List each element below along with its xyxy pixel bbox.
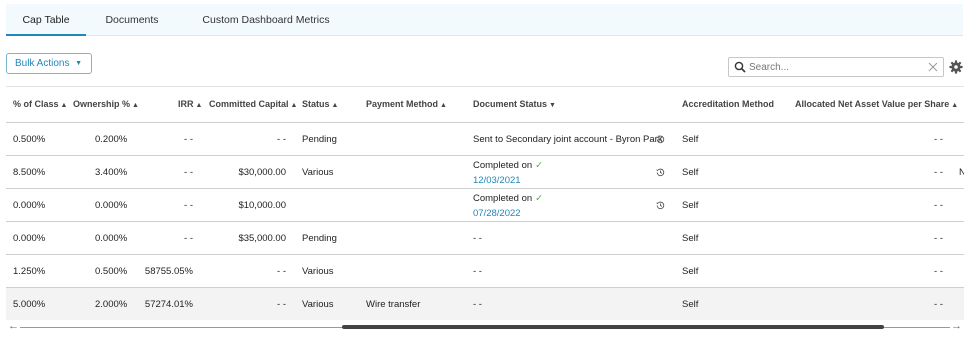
cell-committed-capital: $35,000.00 [238, 233, 286, 244]
tab-bar: Cap Table Documents Custom Dashboard Met… [6, 4, 963, 36]
check-icon: ✓ [535, 160, 544, 171]
history-icon[interactable] [655, 167, 666, 178]
doc-completed-date-link[interactable]: 12/03/2021 [473, 175, 521, 187]
col-header-committed-capital[interactable]: Committed Capital ▲ [209, 87, 297, 122]
history-icon[interactable] [655, 200, 666, 211]
cell-committed-capital: $30,000.00 [238, 167, 286, 178]
doc-status-text: Completed on [473, 160, 533, 171]
cell-committed-capital: - - [277, 299, 286, 310]
cell-accreditation: Self [682, 266, 699, 277]
cell-accreditation: Self [682, 134, 699, 145]
col-header-irr[interactable]: IRR ▲ [178, 87, 202, 122]
col-header-document-status[interactable]: Document Status ▼ [473, 87, 556, 122]
check-icon: ✓ [535, 193, 544, 204]
cell-irr: - - [184, 167, 193, 178]
table-row[interactable]: 0.000% 0.000% - - $10,000.00 Completed o… [6, 188, 964, 221]
cell-irr: 58755.05% [144, 266, 193, 277]
cell-accreditation: Self [682, 167, 699, 178]
cell-document-status: Sent to Secondary joint account - Byron … [473, 134, 663, 145]
sort-desc-icon: ▼ [549, 102, 556, 109]
sort-asc-icon: ▲ [331, 102, 339, 109]
col-header-status[interactable]: Status ▲ [302, 87, 338, 122]
cell-accreditation: Self [682, 233, 699, 244]
tab-documents[interactable]: Documents [94, 4, 170, 36]
cell-status: Various [302, 167, 334, 178]
cell-pct-class: 8.500% [13, 167, 46, 178]
cell-pct-class: 0.000% [13, 200, 46, 211]
cell-ownership: 2.000% [95, 299, 128, 310]
cell-allocated-nav: - - [934, 134, 943, 145]
chevron-down-icon: ▼ [75, 60, 82, 67]
col-header-accreditation-method[interactable]: Accreditation Method [682, 87, 774, 122]
cell-ownership: 0.000% [95, 200, 128, 211]
cell-ownership: 3.400% [95, 167, 128, 178]
sort-asc-icon: ▲ [132, 102, 139, 109]
table-row[interactable]: 0.500% 0.200% - - - - Pending Sent to Se… [6, 122, 964, 155]
search-box [728, 57, 944, 77]
cell-committed-capital: - - [277, 266, 286, 277]
cell-payment-method: Wire transfer [366, 299, 421, 310]
table-row[interactable]: 5.000% 2.000% 57274.01% - - Various Wire… [6, 287, 964, 320]
scroll-right-arrow-icon[interactable]: → [951, 320, 962, 332]
col-header-allocated-nav[interactable]: Allocated Net Asset Value per Share ▲ [795, 87, 958, 122]
cell-accreditation: Self [682, 299, 699, 310]
gear-icon[interactable] [949, 60, 963, 74]
clear-search-icon[interactable] [927, 61, 939, 73]
cell-committed-capital: $10,000.00 [238, 200, 286, 211]
cell-status: Various [302, 299, 334, 310]
col-header-payment-method[interactable]: Payment Method ▲ [366, 87, 447, 122]
bulk-actions-label: Bulk Actions [15, 58, 70, 69]
sort-asc-icon: ▲ [440, 102, 447, 109]
sort-asc-icon: ▲ [951, 102, 959, 109]
doc-completed-date-link[interactable]: 07/28/2022 [473, 208, 521, 220]
history-icon[interactable] [655, 134, 666, 145]
scroll-left-arrow-icon[interactable]: ← [8, 320, 19, 332]
cell-document-status: - - [473, 299, 482, 310]
cell-irr: - - [184, 134, 193, 145]
cell-ownership: 0.500% [95, 266, 128, 277]
cell-pct-class: 5.000% [13, 299, 46, 310]
horizontal-scrollbar[interactable]: ← → [6, 320, 964, 332]
scrollbar-thumb[interactable] [342, 325, 884, 329]
cell-document-status: - - [473, 266, 482, 277]
cap-table-grid: % of Class ▲ Ownership % ▲ IRR ▲ Committed … [6, 86, 964, 322]
bulk-actions-button[interactable]: Bulk Actions ▼ [6, 53, 92, 74]
tab-cap-table[interactable]: Cap Table [6, 4, 86, 36]
cell-status: Pending [302, 233, 337, 244]
doc-status-text: Completed on [473, 193, 533, 204]
table-row[interactable]: 0.000% 0.000% - - $35,000.00 Pending - -… [6, 221, 964, 254]
cell-irr: 57274.01% [144, 299, 193, 310]
col-header-ownership[interactable]: Ownership % ▲ [73, 87, 139, 122]
cell-accreditation: Self [682, 200, 699, 211]
cell-allocated-nav: - - [934, 200, 943, 211]
sort-asc-icon: ▲ [195, 102, 203, 109]
cell-allocated-nav: - - [934, 167, 943, 178]
cell-overflow: N [959, 156, 964, 189]
cell-pct-class: 0.000% [13, 233, 46, 244]
cell-ownership: 0.000% [95, 233, 128, 244]
table-row[interactable]: 8.500% 3.400% - - $30,000.00 Various Com… [6, 155, 964, 188]
cell-allocated-nav: - - [934, 299, 943, 310]
sort-asc-icon: ▲ [290, 102, 298, 109]
cell-irr: - - [184, 200, 193, 211]
cell-ownership: 0.200% [95, 134, 128, 145]
cell-status: Pending [302, 134, 337, 145]
cell-committed-capital: - - [277, 134, 286, 145]
table-row[interactable]: 1.250% 0.500% 58755.05% - - Various - - … [6, 254, 964, 287]
cell-pct-class: 1.250% [13, 266, 46, 277]
tab-custom-dashboard-metrics[interactable]: Custom Dashboard Metrics [186, 4, 346, 36]
search-icon [734, 61, 746, 73]
col-header-pct-class[interactable]: % of Class ▲ [13, 87, 67, 122]
search-input[interactable] [749, 60, 919, 74]
cell-irr: - - [184, 233, 193, 244]
cell-allocated-nav: - - [934, 233, 943, 244]
cell-allocated-nav: - - [934, 266, 943, 277]
cell-status: Various [302, 266, 334, 277]
cell-document-status: - - [473, 233, 482, 244]
cell-pct-class: 0.500% [13, 134, 46, 145]
sort-asc-icon: ▲ [60, 102, 68, 109]
